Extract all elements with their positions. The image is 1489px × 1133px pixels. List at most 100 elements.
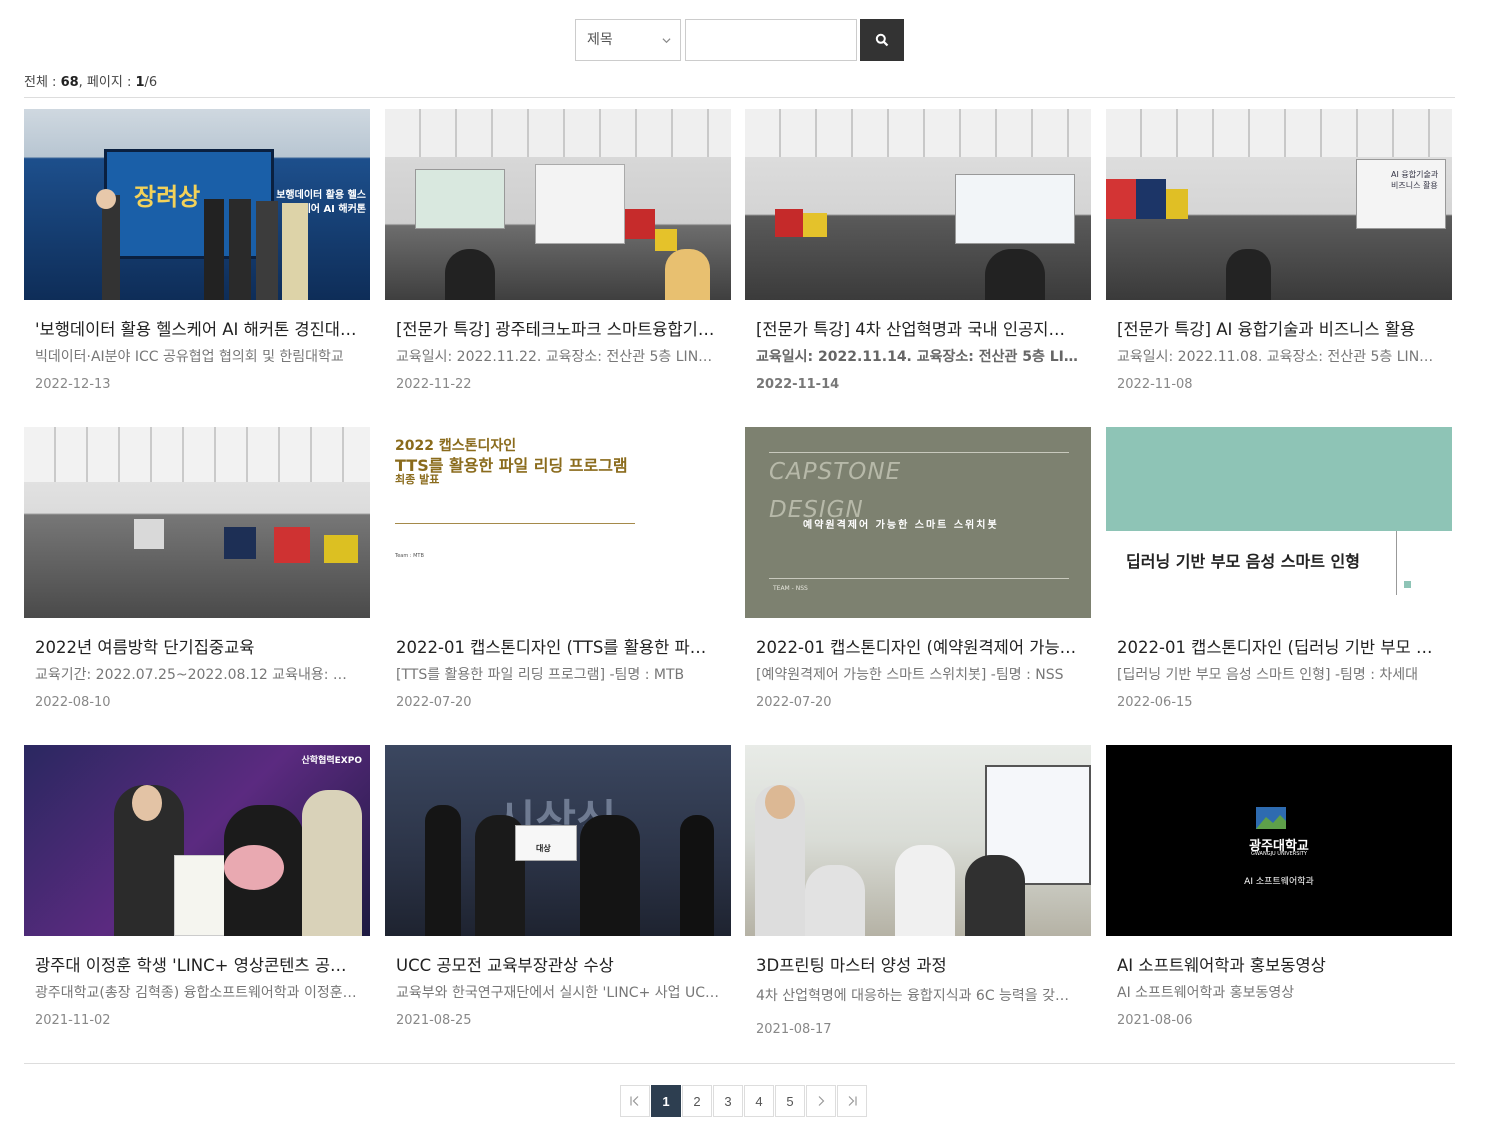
current-page: 1 — [135, 75, 145, 90]
thumb-expo-text: 산학협력EXPO — [301, 756, 362, 766]
thumb-line-3: 최종 발표 — [395, 473, 440, 486]
card-description: 교육기간: 2022.07.25~2022.08.12 교육내용: 파이썬 — [35, 667, 370, 683]
card-thumbnail[interactable]: 광주대학교 GWANGJU UNIVERSITY AI 소프트웨어학과 — [1106, 745, 1452, 936]
card-description: 광주대학교(총장 김혁종) 융합소프트웨어학과 이정훈 학생 — [35, 985, 370, 1001]
card-description: 4차 산업혁명에 대응하는 융합지식과 6C 능력을 갖춘 인재 — [756, 988, 1091, 1004]
pagination: 1 2 3 4 5 — [620, 1085, 868, 1117]
gallery-card[interactable]: AI 융합기술과 비즈니스 활용 [전문가 특강] AI 융합기술과 비즈니스 … — [1106, 109, 1452, 392]
list-summary: 전체 : 68, 페이지 : 1/6 — [24, 71, 157, 90]
divider-bottom — [24, 1063, 1455, 1064]
gallery-card[interactable]: [전문가 특강] 4차 산업혁명과 국내 인공지능 기술 동향 교육일시: 20… — [745, 109, 1091, 392]
card-thumbnail[interactable]: AI 융합기술과 비즈니스 활용 — [1106, 109, 1452, 300]
page-1-button[interactable]: 1 — [651, 1085, 681, 1117]
total-pages: /6 — [144, 75, 158, 90]
card-title[interactable]: 2022-01 캡스톤디자인 (TTS를 활용한 파일 리딩 프로그램) — [385, 638, 731, 657]
thumb-line-2: GWANGJU UNIVERSITY — [1251, 851, 1307, 857]
card-description: [예약원격제어 가능한 스마트 스위치봇] -팀명 : NSS — [756, 667, 1064, 683]
card-date: 2021-08-17 — [756, 1022, 832, 1037]
first-page-button[interactable] — [620, 1085, 650, 1117]
page-5-button[interactable]: 5 — [775, 1085, 805, 1117]
gallery-card[interactable]: 장려상 보행데이터 활용 헬스케어 AI 해커톤 '보행데이터 활용 헬스케어 … — [24, 109, 370, 392]
gallery-card[interactable]: 3D프린팅 마스터 양성 과정 4차 산업혁명에 대응하는 융합지식과 6C 능… — [745, 745, 1091, 1037]
card-date: 2022-07-20 — [396, 695, 472, 710]
card-thumbnail[interactable]: CAPSTONE DESIGN 예약원격제어 가능한 스마트 스위치봇 TEAM… — [745, 427, 1091, 618]
card-thumbnail[interactable]: 시상식 대상 — [385, 745, 731, 936]
page-3-button[interactable]: 3 — [713, 1085, 743, 1117]
card-title[interactable]: '보행데이터 활용 헬스케어 AI 해커톤 경진대회' 장려상 수상 — [24, 320, 370, 339]
gallery-card[interactable]: 2022 캡스톤디자인 TTS를 활용한 파일 리딩 프로그램 최종 발표 Te… — [385, 427, 731, 710]
chevron-right-icon — [818, 1096, 825, 1106]
card-thumbnail[interactable] — [24, 427, 370, 618]
card-description: AI 소프트웨어학과 홍보동영상 — [1117, 985, 1295, 1001]
card-thumbnail[interactable] — [385, 109, 731, 300]
gallery-card[interactable]: 시상식 대상 UCC 공모전 교육부장관상 수상 교육부와 한국연구재단에서 실… — [385, 745, 731, 1028]
card-title[interactable]: [전문가 특강] 4차 산업혁명과 국내 인공지능 기술 동향 — [745, 320, 1091, 339]
thumb-award-text: 장려상 — [134, 183, 201, 211]
thumb-line-3: AI 소프트웨어학과 — [1244, 877, 1314, 887]
card-title[interactable]: [전문가 특강] 광주테크노파크 스마트융합기술센터 — [385, 320, 731, 339]
card-date: 2021-11-02 — [35, 1013, 111, 1028]
double-chevron-left-icon — [630, 1096, 639, 1106]
card-thumbnail[interactable] — [745, 109, 1091, 300]
card-description: 교육일시: 2022.11.14. 교육장소: 전산관 5층 LINC+ 실습실 — [756, 349, 1091, 365]
card-title[interactable]: AI 소프트웨어학과 홍보동영상 — [1106, 956, 1452, 975]
page-4-button[interactable]: 4 — [744, 1085, 774, 1117]
card-title[interactable]: UCC 공모전 교육부장관상 수상 — [385, 956, 731, 975]
gallery-card[interactable]: CAPSTONE DESIGN 예약원격제어 가능한 스마트 스위치봇 TEAM… — [745, 427, 1091, 710]
card-date: 2022-07-20 — [756, 695, 832, 710]
university-logo-icon — [1256, 807, 1286, 829]
thumb-line-3: 예약원격제어 가능한 스마트 스위치봇 — [803, 520, 999, 531]
card-date: 2022-08-10 — [35, 695, 111, 710]
page-2-button[interactable]: 2 — [682, 1085, 712, 1117]
card-title[interactable]: [전문가 특강] AI 융합기술과 비즈니스 활용 — [1106, 320, 1452, 339]
thumb-slide-text: AI 융합기술과 비즈니스 활용 — [1391, 170, 1439, 190]
card-description: 빅데이터·AI분야 ICC 공유협업 협의회 및 한림대학교 — [35, 349, 344, 365]
card-title[interactable]: 2022-01 캡스톤디자인 (딥러닝 기반 부모 음성 스마트 인형) — [1106, 638, 1452, 657]
divider-top — [24, 97, 1455, 98]
card-date: 2022-12-13 — [35, 377, 111, 392]
gallery-card[interactable]: 광주대학교 GWANGJU UNIVERSITY AI 소프트웨어학과 AI 소… — [1106, 745, 1452, 1028]
card-date: 2022-11-08 — [1117, 377, 1193, 392]
card-description: 교육일시: 2022.11.22. 교육장소: 전산관 5층 LINC+ 실습실 — [396, 349, 731, 365]
double-chevron-right-icon — [848, 1096, 857, 1106]
card-description: 교육부와 한국연구재단에서 실시한 'LINC+ 사업 UCC 공모전' — [396, 985, 731, 1001]
thumb-line-1: 딥러닝 기반 부모 음성 스마트 인형 — [1126, 552, 1360, 571]
card-date: 2021-08-06 — [1117, 1013, 1193, 1028]
last-page-button[interactable] — [837, 1085, 867, 1117]
thumb-team: Team : MTB — [395, 553, 424, 559]
card-thumbnail[interactable]: 산학협력EXPO — [24, 745, 370, 936]
search-bar: 제목 — [575, 19, 904, 61]
card-description: 교육일시: 2022.11.08. 교육장소: 전산관 5층 LINC+ 실습실 — [1117, 349, 1452, 365]
card-title[interactable]: 2022-01 캡스톤디자인 (예약원격제어 가능한 스마트 스위치봇) — [745, 638, 1091, 657]
gallery-card[interactable]: [전문가 특강] 광주테크노파크 스마트융합기술센터 교육일시: 2022.11… — [385, 109, 731, 392]
card-title[interactable]: 3D프린팅 마스터 양성 과정 — [745, 956, 1091, 975]
search-icon — [875, 33, 889, 47]
search-input[interactable] — [685, 19, 857, 61]
card-thumbnail[interactable]: 장려상 보행데이터 활용 헬스케어 AI 해커톤 — [24, 109, 370, 300]
card-title[interactable]: 2022년 여름방학 단기집중교육 — [24, 638, 370, 657]
thumb-team: TEAM - NSS — [773, 585, 808, 592]
page-label: , 페이지 : — [78, 75, 136, 90]
card-description: [TTS를 활용한 파일 리딩 프로그램] -팀명 : MTB — [396, 667, 685, 683]
card-date: 2022-11-22 — [396, 377, 472, 392]
search-button[interactable] — [860, 19, 904, 61]
card-thumbnail[interactable] — [745, 745, 1091, 936]
card-title[interactable]: 광주대 이정훈 학생 'LINC+ 영상콘텐츠 공모전' 수상 — [24, 956, 370, 975]
thumb-line-1: CAPSTONE — [769, 459, 902, 485]
card-date: 2022-06-15 — [1117, 695, 1193, 710]
gallery-card[interactable]: 2022년 여름방학 단기집중교육 교육기간: 2022.07.25~2022.… — [24, 427, 370, 710]
total-label: 전체 : — [24, 75, 61, 90]
next-page-button[interactable] — [806, 1085, 836, 1117]
card-date: 2022-11-14 — [756, 377, 840, 392]
total-count: 68 — [60, 75, 79, 90]
thumb-certificate-text: 대상 — [536, 844, 551, 853]
card-date: 2021-08-25 — [396, 1013, 472, 1028]
card-description: [딥러닝 기반 부모 음성 스마트 인형] -팀명 : 차세대 — [1117, 667, 1419, 683]
card-thumbnail[interactable]: 딥러닝 기반 부모 음성 스마트 인형 — [1106, 427, 1452, 618]
chevron-down-icon — [662, 38, 671, 44]
card-thumbnail[interactable]: 2022 캡스톤디자인 TTS를 활용한 파일 리딩 프로그램 최종 발표 Te… — [385, 427, 731, 618]
search-field-select-value: 제목 — [587, 32, 613, 48]
gallery-card[interactable]: 산학협력EXPO 광주대 이정훈 학생 'LINC+ 영상콘텐츠 공모전' 수상… — [24, 745, 370, 1028]
search-field-select[interactable]: 제목 — [575, 19, 681, 61]
gallery-card[interactable]: 딥러닝 기반 부모 음성 스마트 인형 2022-01 캡스톤디자인 (딥러닝 … — [1106, 427, 1452, 710]
